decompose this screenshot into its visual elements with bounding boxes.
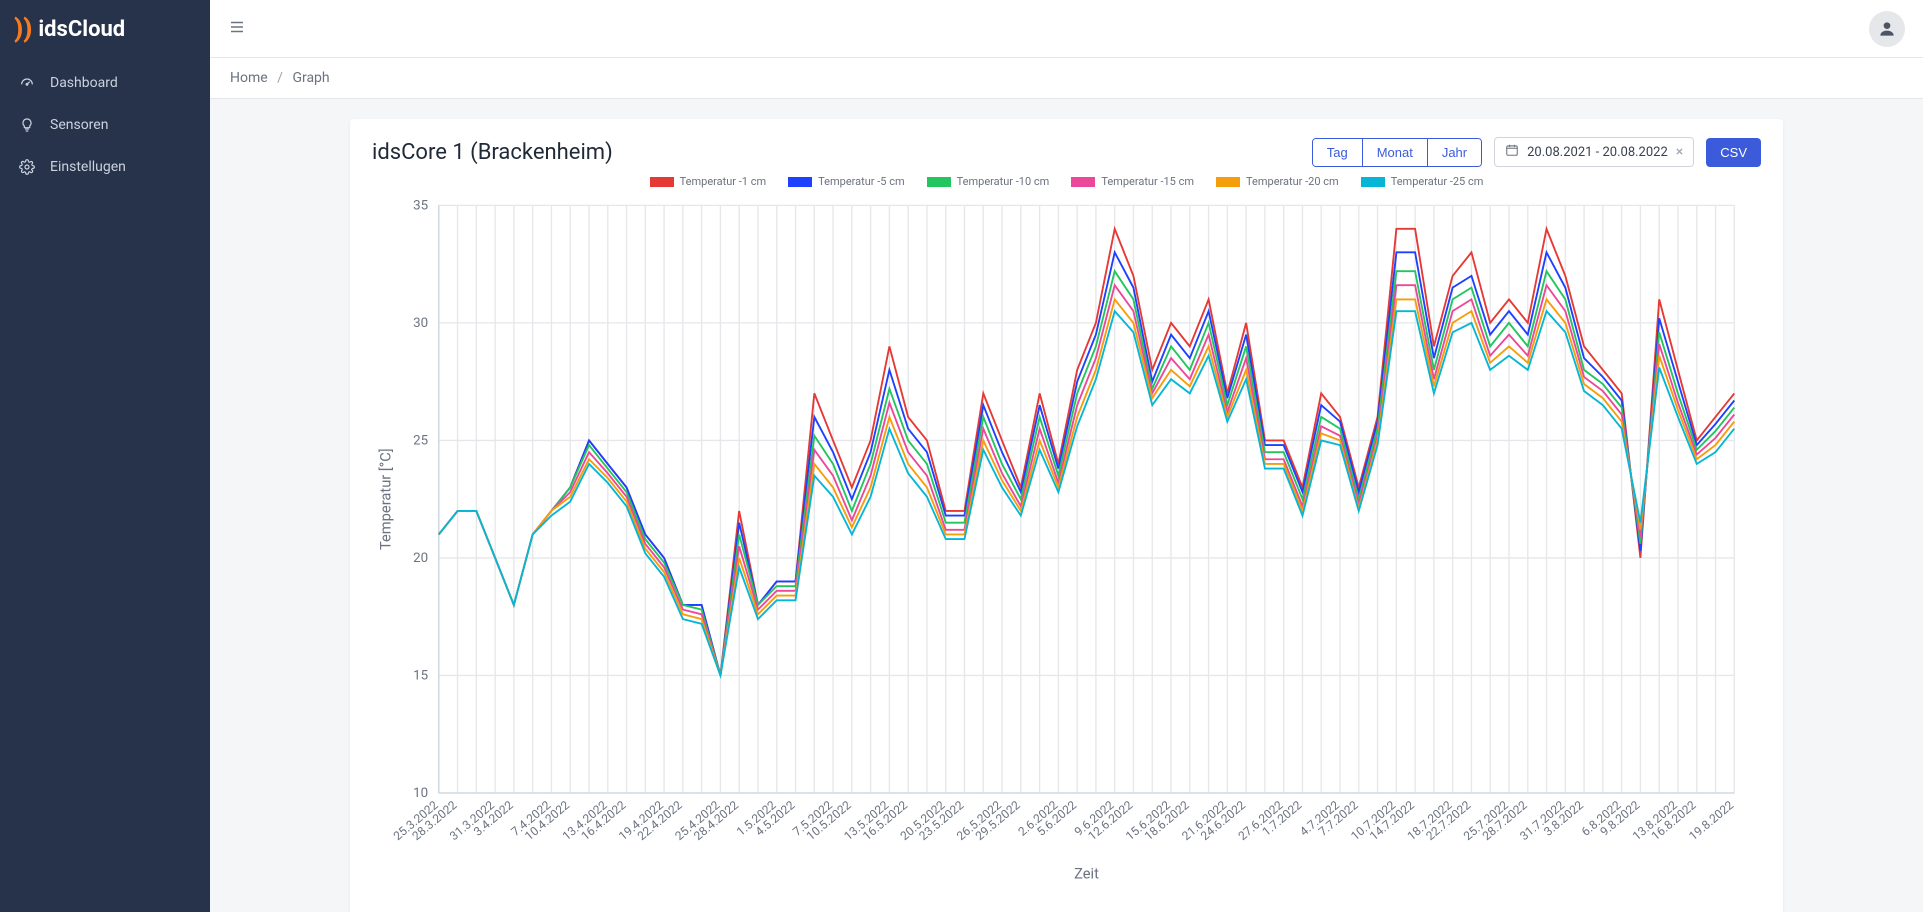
main-column: Home / Graph idsCore 1 (Brackenheim) Tag…: [210, 0, 1923, 912]
sidebar-item-label: Dashboard: [50, 75, 118, 91]
sidebar-item-settings[interactable]: Einstellugen: [0, 146, 210, 188]
chart-svg: 10152025303525.3.202228.3.202231.3.20223…: [372, 192, 1761, 887]
calendar-icon: [1505, 143, 1519, 161]
card-header: idsCore 1 (Brackenheim) Tag Monat Jahr 2…: [372, 137, 1761, 167]
bulb-icon: [18, 116, 36, 134]
legend-item[interactable]: Temperatur -15 cm: [1071, 175, 1194, 188]
legend-label: Temperatur -15 cm: [1101, 175, 1194, 188]
legend-label: Temperatur -25 cm: [1391, 175, 1484, 188]
legend-swatch: [1216, 177, 1240, 187]
date-range-value: 20.08.2021 - 20.08.2022: [1527, 145, 1668, 160]
legend-label: Temperatur -20 cm: [1246, 175, 1339, 188]
legend-item[interactable]: Temperatur -20 cm: [1216, 175, 1339, 188]
range-year-button[interactable]: Jahr: [1427, 139, 1481, 166]
sidebar-item-label: Einstellugen: [50, 159, 126, 175]
legend-swatch: [1071, 177, 1095, 187]
legend-swatch: [1361, 177, 1385, 187]
card-controls: Tag Monat Jahr 20.08.2021 - 20.08.2022 ×…: [1312, 137, 1761, 167]
clear-date-icon[interactable]: ×: [1676, 145, 1683, 159]
legend-item[interactable]: Temperatur -25 cm: [1361, 175, 1484, 188]
date-range-picker[interactable]: 20.08.2021 - 20.08.2022 ×: [1494, 137, 1694, 167]
breadcrumb-separator: /: [277, 70, 283, 86]
brand-name: idsCloud: [38, 17, 125, 42]
legend-swatch: [788, 177, 812, 187]
range-button-group: Tag Monat Jahr: [1312, 138, 1482, 167]
card-title: idsCore 1 (Brackenheim): [372, 140, 613, 165]
legend-swatch: [650, 177, 674, 187]
sidebar-item-label: Sensoren: [50, 117, 108, 133]
sidebar-item-dashboard[interactable]: Dashboard: [0, 62, 210, 104]
svg-text:30: 30: [413, 316, 428, 331]
topbar: [210, 0, 1923, 58]
svg-text:20: 20: [413, 551, 428, 566]
chart-container: Temperatur -1 cm Temperatur -5 cm Temperat…: [372, 175, 1761, 887]
legend-label: Temperatur -10 cm: [957, 175, 1050, 188]
csv-export-button[interactable]: CSV: [1706, 138, 1761, 167]
legend-label: Temperatur -1 cm: [680, 175, 767, 188]
brand-logo: )) idsCloud: [0, 0, 210, 58]
breadcrumb-current: Graph: [292, 70, 329, 86]
chart-card: idsCore 1 (Brackenheim) Tag Monat Jahr 2…: [350, 119, 1783, 912]
content-area: idsCore 1 (Brackenheim) Tag Monat Jahr 2…: [210, 99, 1923, 912]
svg-text:Temperatur [°C]: Temperatur [°C]: [377, 448, 395, 550]
range-day-button[interactable]: Tag: [1313, 139, 1362, 166]
breadcrumb: Home / Graph: [210, 58, 1923, 99]
legend-item[interactable]: Temperatur -10 cm: [927, 175, 1050, 188]
svg-text:Zeit: Zeit: [1074, 864, 1099, 882]
sidebar-nav: Dashboard Sensoren Einstellugen: [0, 58, 210, 188]
chart-legend: Temperatur -1 cm Temperatur -5 cm Temperat…: [372, 175, 1761, 188]
sidebar-item-sensors[interactable]: Sensoren: [0, 104, 210, 146]
brand-mark-icon: )): [14, 14, 32, 44]
svg-text:25: 25: [413, 433, 428, 448]
legend-label: Temperatur -5 cm: [818, 175, 905, 188]
breadcrumb-home[interactable]: Home: [230, 70, 268, 86]
gear-icon: [18, 158, 36, 176]
svg-text:35: 35: [413, 198, 428, 213]
user-avatar[interactable]: [1869, 11, 1905, 47]
gauge-icon: [18, 74, 36, 92]
svg-text:15: 15: [413, 668, 428, 683]
sidebar: )) idsCloud Dashboard Sensoren Einstellu…: [0, 0, 210, 912]
menu-toggle-icon[interactable]: [228, 18, 246, 40]
legend-item[interactable]: Temperatur -5 cm: [788, 175, 905, 188]
range-month-button[interactable]: Monat: [1362, 139, 1427, 166]
legend-item[interactable]: Temperatur -1 cm: [650, 175, 767, 188]
svg-text:10: 10: [413, 786, 428, 801]
legend-swatch: [927, 177, 951, 187]
